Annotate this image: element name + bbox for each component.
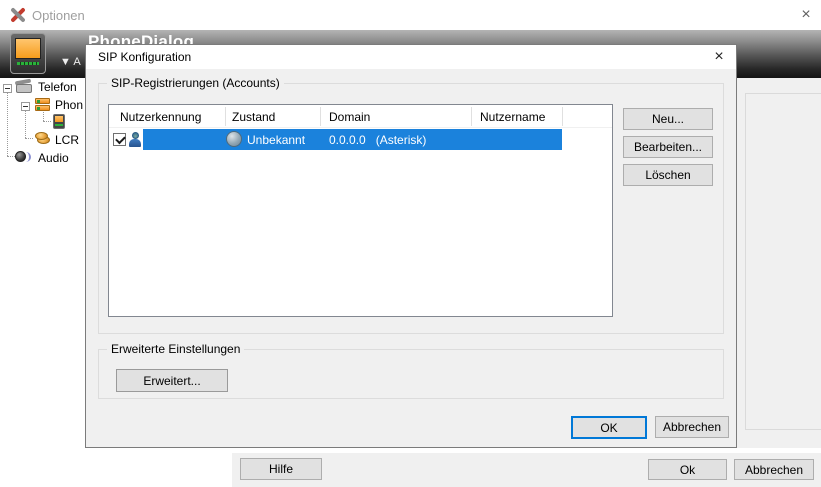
column-divider[interactable] (562, 107, 563, 126)
advanced-group-label: Erweiterte Einstellungen (107, 342, 244, 356)
list-header: Nutzerkennung Zustand Domain Nutzername (109, 105, 612, 128)
tree-item-phon[interactable]: Phon (55, 98, 83, 112)
hilfe-button[interactable]: Hilfe (240, 458, 322, 480)
footer-abbrechen-button[interactable]: Abbrechen (734, 459, 814, 480)
neu-button[interactable]: Neu... (623, 108, 713, 130)
header-dropdown[interactable]: ▼ A (60, 56, 81, 68)
sip-accounts-list[interactable]: Nutzerkennung Zustand Domain Nutzername … (108, 104, 613, 317)
tree-connector (25, 138, 33, 139)
tools-icon (8, 6, 26, 24)
sip-konfiguration-dialog: SIP Konfiguration × SIP-Registrierungen … (85, 44, 737, 448)
tree-connector (25, 110, 26, 138)
tree-item-audio[interactable]: Audio (38, 151, 69, 165)
audio-speaker-icon (15, 149, 31, 164)
dialog-title: SIP Konfiguration (98, 50, 191, 64)
optionen-window: Optionen × PhoneDialog ▼ A Telefon Phon (0, 0, 821, 487)
accounts-group-label: SIP-Registrierungen (Accounts) (107, 76, 284, 90)
footer-ok-button[interactable]: Ok (648, 459, 727, 480)
phonedialog-logo-icon (10, 33, 46, 74)
account-checkbox[interactable] (113, 133, 126, 146)
window-title: Optionen (32, 8, 85, 23)
phonedialog-node-icon (35, 98, 51, 112)
dialog-abbrechen-button[interactable]: Abbrechen (655, 416, 729, 438)
bearbeiten-button[interactable]: Bearbeiten... (623, 136, 713, 158)
tree-connector (43, 121, 51, 122)
col-nutzerkennung[interactable]: Nutzerkennung (120, 110, 201, 124)
column-divider[interactable] (320, 107, 321, 126)
col-nutzername[interactable]: Nutzername (480, 110, 545, 124)
account-person-icon (128, 132, 142, 147)
lcr-coins-icon (35, 132, 51, 145)
erweitert-button[interactable]: Erweitert... (116, 369, 228, 392)
sip-device-icon (53, 114, 65, 129)
dialog-close-icon[interactable]: × (706, 46, 732, 68)
telephone-icon (15, 80, 33, 93)
cell-zustand: Unbekannt (247, 133, 305, 147)
window-close-icon[interactable]: × (795, 4, 817, 26)
loeschen-button[interactable]: Löschen (623, 164, 713, 186)
account-row-selected[interactable]: Unbekannt 0.0.0.0 (Asterisk) (109, 129, 612, 150)
col-domain[interactable]: Domain (329, 110, 370, 124)
tree-item-lcr[interactable]: LCR (55, 133, 79, 147)
window-titlebar: Optionen × (0, 0, 821, 30)
tree-expander-icon[interactable] (3, 84, 12, 93)
tree-expander-icon[interactable] (21, 102, 30, 111)
cell-domain: 0.0.0.0 (Asterisk) (329, 133, 426, 147)
dialog-titlebar[interactable]: SIP Konfiguration × (86, 45, 736, 69)
tree-item-telefon[interactable]: Telefon (38, 80, 77, 94)
tree-connector (7, 156, 15, 157)
column-divider[interactable] (225, 107, 226, 126)
dialog-ok-button[interactable]: OK (571, 416, 647, 439)
col-zustand[interactable]: Zustand (232, 110, 275, 124)
status-sphere-icon (226, 131, 242, 147)
tree-connector (7, 93, 8, 156)
parent-groupbox (745, 93, 821, 430)
column-divider[interactable] (471, 107, 472, 126)
